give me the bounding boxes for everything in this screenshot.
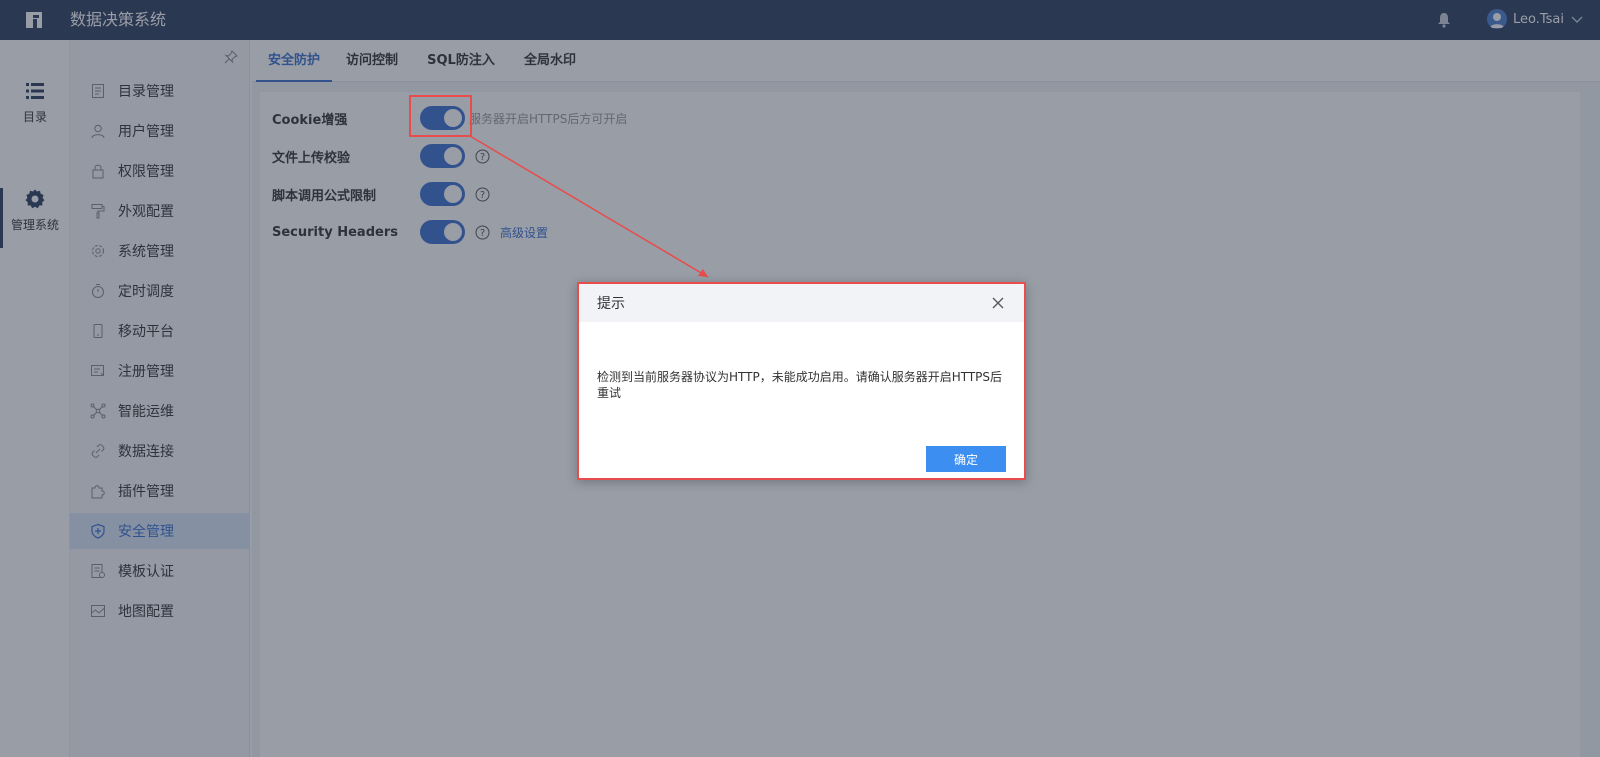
dialog-header: 提示 [579,284,1024,322]
highlight-box [409,95,472,137]
close-icon[interactable] [991,296,1005,310]
ok-button[interactable]: 确定 [926,446,1006,472]
dialog-message: 检测到当前服务器协议为HTTP，未能成功启用。请确认服务器开启HTTPS后重试 [597,370,1003,400]
alert-dialog: 提示 检测到当前服务器协议为HTTP，未能成功启用。请确认服务器开启HTTPS后… [577,282,1026,480]
dialog-title: 提示 [597,296,625,312]
